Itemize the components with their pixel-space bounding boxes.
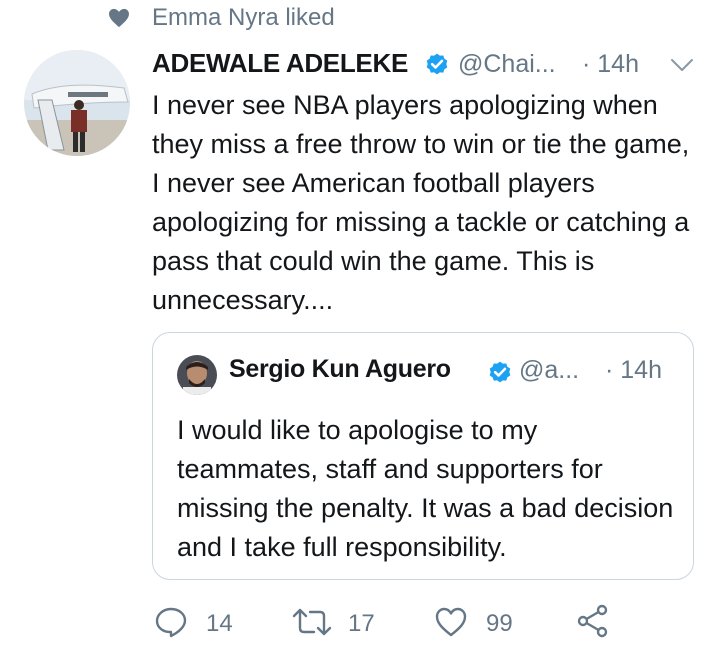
verified-badge-icon bbox=[489, 361, 511, 383]
like-count: 99 bbox=[486, 610, 513, 637]
tweet-text: I never see NBA players apologizing when… bbox=[152, 90, 690, 315]
verified-badge-icon bbox=[426, 53, 448, 75]
author-name[interactable]: ADEWALE ADELEKE bbox=[152, 48, 408, 79]
quoted-author-name: Sergio Kun Aguero bbox=[229, 355, 451, 383]
share-icon bbox=[577, 604, 608, 638]
chevron-down-icon[interactable] bbox=[670, 56, 694, 74]
reply-icon bbox=[155, 607, 187, 638]
tweet-timestamp[interactable]: · 14h bbox=[582, 50, 639, 79]
quoted-author-avatar bbox=[177, 355, 217, 395]
tweet-actions: 14 17 99 bbox=[152, 600, 672, 644]
retweet-button[interactable]: 17 bbox=[292, 600, 402, 644]
quoted-tweet-text: I would like to apologise to my teammate… bbox=[177, 415, 674, 562]
share-button[interactable] bbox=[576, 600, 616, 644]
tweet-header: ADEWALE ADELEKE @Chai... · 14h bbox=[152, 48, 700, 84]
quoted-author-handle: @a... bbox=[519, 356, 580, 384]
retweet-icon bbox=[292, 608, 332, 636]
heart-icon bbox=[109, 8, 129, 28]
social-context-text: Emma Nyra liked bbox=[152, 4, 335, 31]
author-avatar[interactable] bbox=[24, 50, 130, 156]
quoted-tweet-timestamp: · 14h bbox=[605, 356, 662, 384]
social-context: Emma Nyra liked bbox=[0, 0, 720, 40]
retweet-count: 17 bbox=[348, 610, 375, 637]
reply-count: 14 bbox=[206, 610, 233, 637]
like-button[interactable]: 99 bbox=[434, 600, 534, 644]
reply-button[interactable]: 14 bbox=[154, 600, 244, 644]
quoted-tweet-card[interactable]: Sergio Kun Aguero @a... · 14h I would li… bbox=[152, 332, 694, 580]
author-handle[interactable]: @Chai... bbox=[458, 50, 556, 79]
heart-icon bbox=[435, 607, 467, 637]
